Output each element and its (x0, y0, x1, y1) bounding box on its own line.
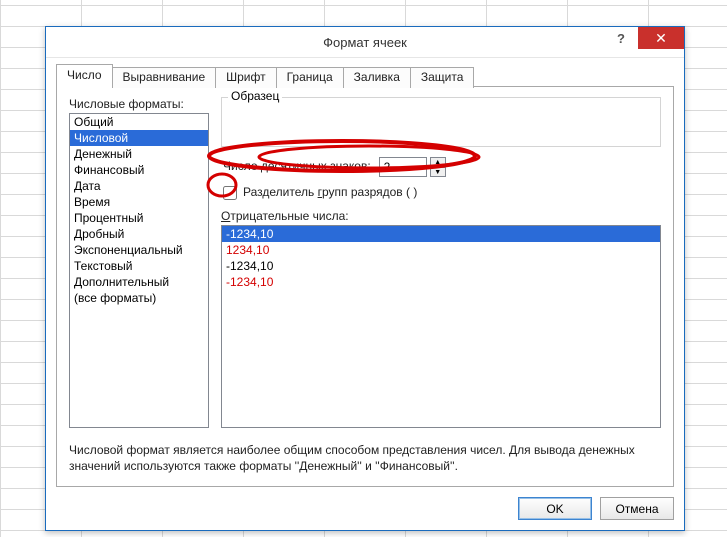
title-bar: Формат ячеек ? ✕ (46, 27, 684, 58)
decimal-places-row: Число десятичных знаков: ▲ ▼ (221, 157, 661, 177)
format-list-item[interactable]: Дата (70, 178, 208, 194)
sample-group: Образец (221, 97, 661, 147)
format-list-item[interactable]: Дробный (70, 226, 208, 242)
tab-protection[interactable]: Защита (410, 67, 475, 88)
format-list-item[interactable]: Текстовый (70, 258, 208, 274)
format-list-item[interactable]: Экспоненциальный (70, 242, 208, 258)
ok-button[interactable]: OK (518, 497, 592, 520)
format-list-item[interactable]: Дополнительный (70, 274, 208, 290)
dialog-content: Число Выравнивание Шрифт Граница Заливка… (46, 58, 684, 530)
thousands-checkbox[interactable] (223, 186, 237, 200)
formats-listbox[interactable]: ОбщийЧисловойДенежныйФинансовыйДатаВремя… (69, 113, 209, 428)
decimals-spinner: ▲ ▼ (430, 157, 446, 177)
format-list-item[interactable]: Денежный (70, 146, 208, 162)
format-cells-dialog: Формат ячеек ? ✕ Число Выравнивание Шриф… (45, 26, 685, 531)
decimals-spin-up[interactable]: ▲ (430, 157, 446, 167)
format-list-item[interactable]: Время (70, 194, 208, 210)
tab-strip: Число Выравнивание Шрифт Граница Заливка… (56, 64, 674, 87)
dialog-title: Формат ячеек (46, 35, 684, 50)
format-list-item[interactable]: Числовой (70, 130, 208, 146)
decimals-input[interactable] (379, 157, 427, 177)
decimals-label: Число десятичных знаков: (223, 159, 371, 173)
tab-panel-number: Числовые форматы: ОбщийЧисловойДенежныйФ… (56, 86, 674, 487)
negative-numbers-listbox[interactable]: -1234,101234,10-1234,10-1234,10 (221, 225, 661, 428)
close-icon: ✕ (655, 30, 667, 47)
decimals-spin-down[interactable]: ▼ (430, 167, 446, 177)
formats-label: Числовые форматы: (69, 97, 209, 111)
close-button[interactable]: ✕ (638, 27, 684, 49)
format-list-item[interactable]: (все форматы) (70, 290, 208, 306)
negative-list-item[interactable]: -1234,10 (222, 274, 660, 290)
cancel-button[interactable]: Отмена (600, 497, 674, 520)
format-description: Числовой формат является наиболее общим … (69, 442, 661, 474)
tab-font[interactable]: Шрифт (215, 67, 276, 88)
thousands-row: Разделитель групп разрядов ( ) (221, 185, 661, 201)
tab-alignment[interactable]: Выравнивание (112, 67, 217, 88)
sample-label: Образец (228, 89, 282, 103)
format-list-item[interactable]: Общий (70, 114, 208, 130)
negative-list-item[interactable]: -1234,10 (222, 258, 660, 274)
help-button[interactable]: ? (604, 27, 638, 49)
dialog-buttons: OK Отмена (56, 497, 674, 520)
format-list-item[interactable]: Финансовый (70, 162, 208, 178)
negative-list-item[interactable]: -1234,10 (222, 226, 660, 242)
format-list-item[interactable]: Процентный (70, 210, 208, 226)
negatives-label: Отрицательные числа: (221, 209, 661, 223)
tab-border[interactable]: Граница (276, 67, 344, 88)
tab-fill[interactable]: Заливка (343, 67, 411, 88)
thousands-label[interactable]: Разделитель групп разрядов ( ) (243, 185, 417, 199)
negative-list-item[interactable]: 1234,10 (222, 242, 660, 258)
tab-number[interactable]: Число (56, 64, 113, 87)
